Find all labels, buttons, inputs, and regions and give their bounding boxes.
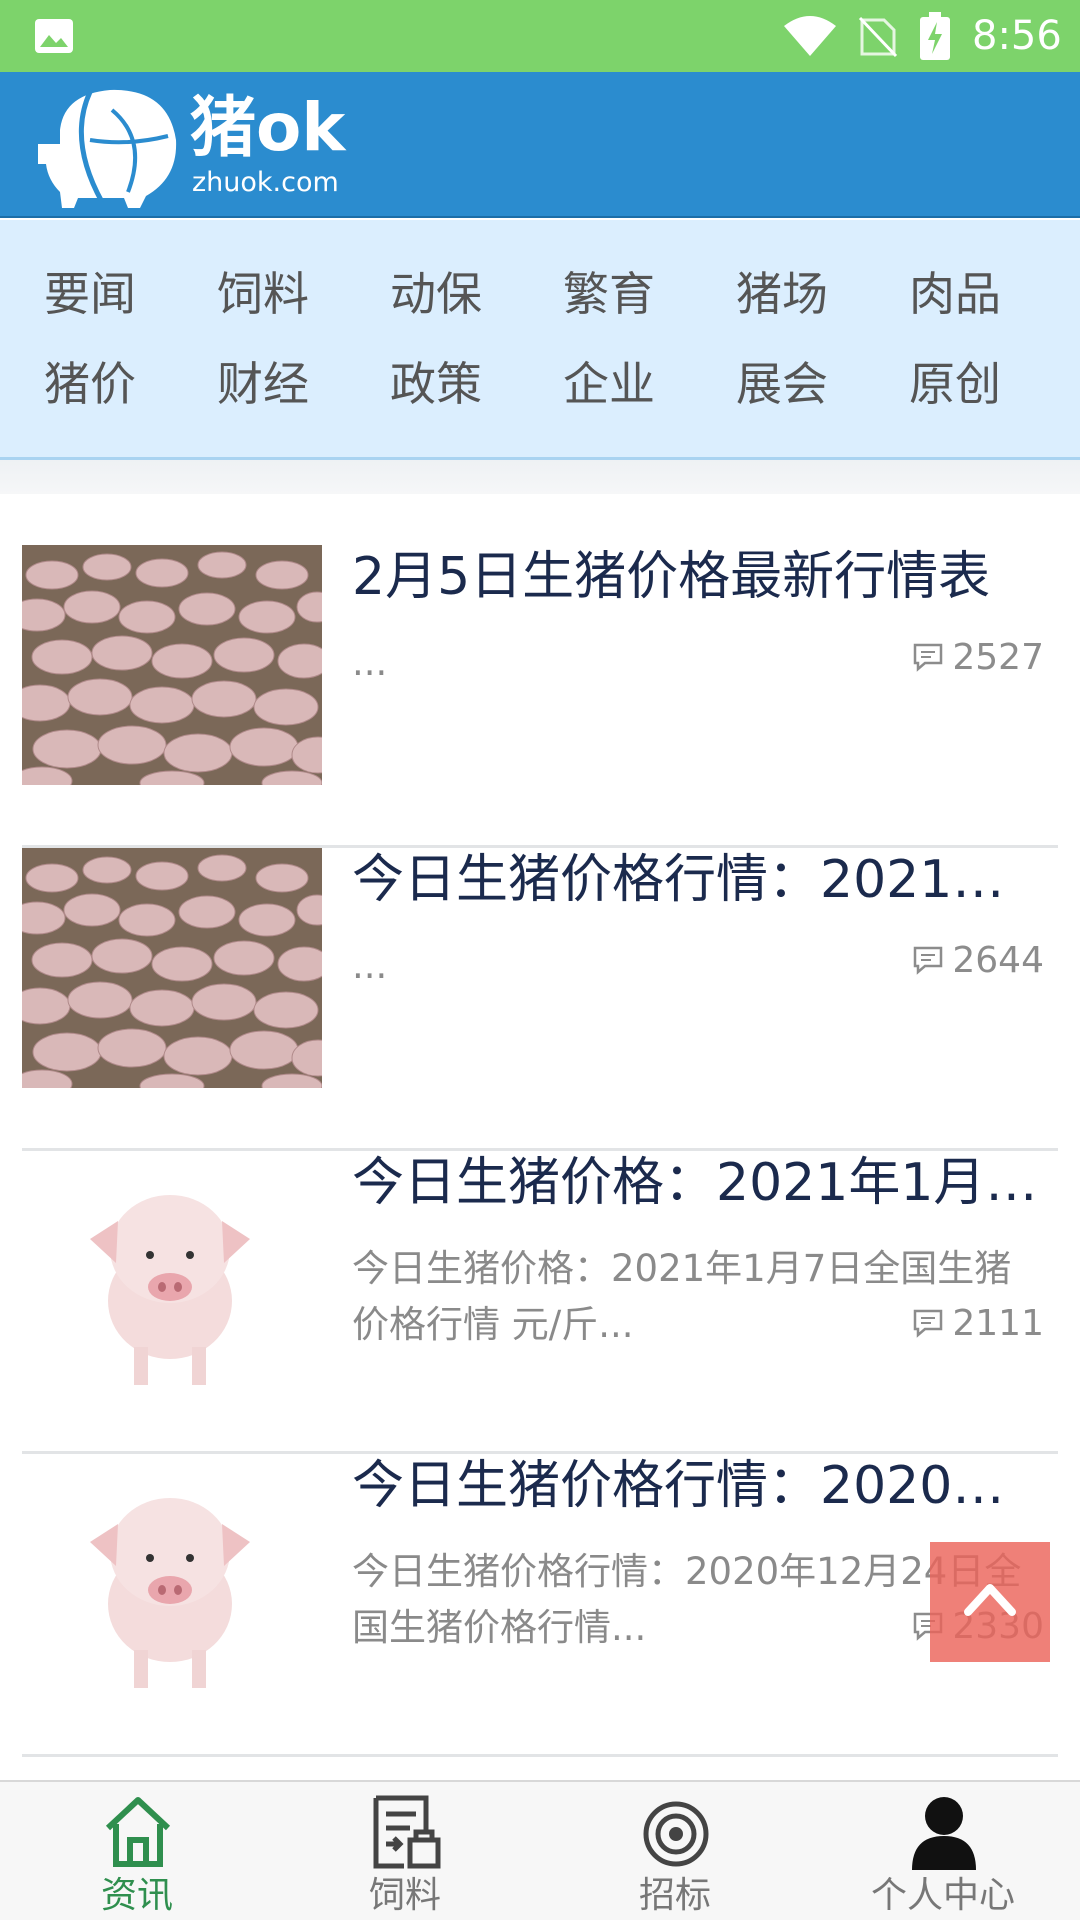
category-feed[interactable]: 饲料 — [217, 264, 357, 324]
comment-count-value: 2644 — [952, 939, 1044, 981]
category-yaowen[interactable]: 要闻 — [44, 264, 184, 324]
comment-count: 2644 — [912, 936, 1044, 984]
tab-profile[interactable]: 个人中心 — [808, 1782, 1078, 1920]
status-bar: 8:56 — [0, 0, 1080, 72]
document-icon — [373, 1795, 441, 1869]
article-title[interactable]: 今日生猪价格行情：2020… — [352, 1454, 1048, 1518]
tab-feed[interactable]: 饲料 — [270, 1782, 540, 1920]
comment-icon — [914, 1309, 943, 1338]
category-policy[interactable]: 政策 — [390, 354, 530, 414]
comment-count: 2527 — [912, 633, 1044, 681]
battery-charging-icon — [920, 12, 950, 60]
bottom-tab-bar: 资讯 饲料 招标 个人中心 — [0, 1780, 1080, 1920]
news-item[interactable]: 今日生猪价格：2021年1月… 今日生猪价格：2021年1月7日全国生猪价格行情… — [22, 1151, 1058, 1454]
home-icon — [105, 1797, 171, 1867]
comment-count-value: 2111 — [952, 1302, 1044, 1344]
comment-icon — [914, 643, 943, 672]
category-pig-farm[interactable]: 猪场 — [736, 264, 876, 324]
category-finance[interactable]: 财经 — [217, 354, 357, 414]
article-thumbnail — [22, 1151, 322, 1391]
category-enterprise[interactable]: 企业 — [563, 354, 703, 414]
category-pig-price[interactable]: 猪价 — [44, 354, 184, 414]
tab-profile-label: 个人中心 — [870, 1875, 1015, 1916]
article-title[interactable]: 2月5日生猪价格最新行情表 — [352, 545, 1048, 609]
person-icon — [912, 1797, 976, 1870]
divider-band — [0, 460, 1080, 494]
news-item[interactable]: 今日生猪价格行情：2020… 今日生猪价格行情：2020年12月24日全国生猪价… — [22, 1454, 1058, 1757]
back-to-top-button[interactable] — [930, 1542, 1050, 1662]
tab-news[interactable]: 资讯 — [2, 1782, 272, 1920]
tab-bidding-label: 招标 — [638, 1875, 711, 1916]
tab-feed-label: 饲料 — [368, 1875, 441, 1916]
comment-icon — [914, 946, 943, 975]
comment-count-value: 2527 — [952, 636, 1044, 678]
category-meat[interactable]: 肉品 — [909, 264, 1049, 324]
article-thumbnail — [22, 848, 322, 1088]
article-thumbnail — [22, 1454, 322, 1694]
status-time: 8:56 — [972, 13, 1062, 59]
category-breeding[interactable]: 繁育 — [563, 264, 703, 324]
pig-logo-icon — [38, 89, 177, 208]
brand-name: 猪ok — [190, 89, 346, 166]
news-item[interactable]: 今日生猪价格行情：2021… ... 2644 — [22, 848, 1058, 1151]
no-sim-icon — [858, 16, 898, 58]
news-item[interactable]: 2月5日生猪价格最新行情表 ... 2527 — [22, 545, 1058, 848]
category-nav: 要闻 饲料 动保 繁育 猪场 肉品 猪价 财经 政策 企业 展会 原创 — [0, 220, 1080, 460]
tab-bidding[interactable]: 招标 — [540, 1782, 810, 1920]
image-notification-icon — [35, 19, 73, 53]
category-exhibition[interactable]: 展会 — [736, 354, 876, 414]
category-original[interactable]: 原创 — [909, 354, 1049, 414]
chevron-up-icon — [964, 1584, 1016, 1616]
article-title[interactable]: 今日生猪价格：2021年1月… — [352, 1151, 1048, 1215]
article-thumbnail — [22, 545, 322, 785]
app-header: 猪ok zhuok.com — [0, 72, 1080, 218]
comment-count: 2111 — [912, 1299, 1044, 1347]
wifi-icon — [784, 16, 836, 56]
tab-news-label: 资讯 — [100, 1875, 173, 1916]
target-icon — [643, 1801, 709, 1867]
category-animal-health[interactable]: 动保 — [390, 264, 530, 324]
brand-domain: zhuok.com — [192, 167, 339, 198]
article-title[interactable]: 今日生猪价格行情：2021… — [352, 848, 1048, 912]
